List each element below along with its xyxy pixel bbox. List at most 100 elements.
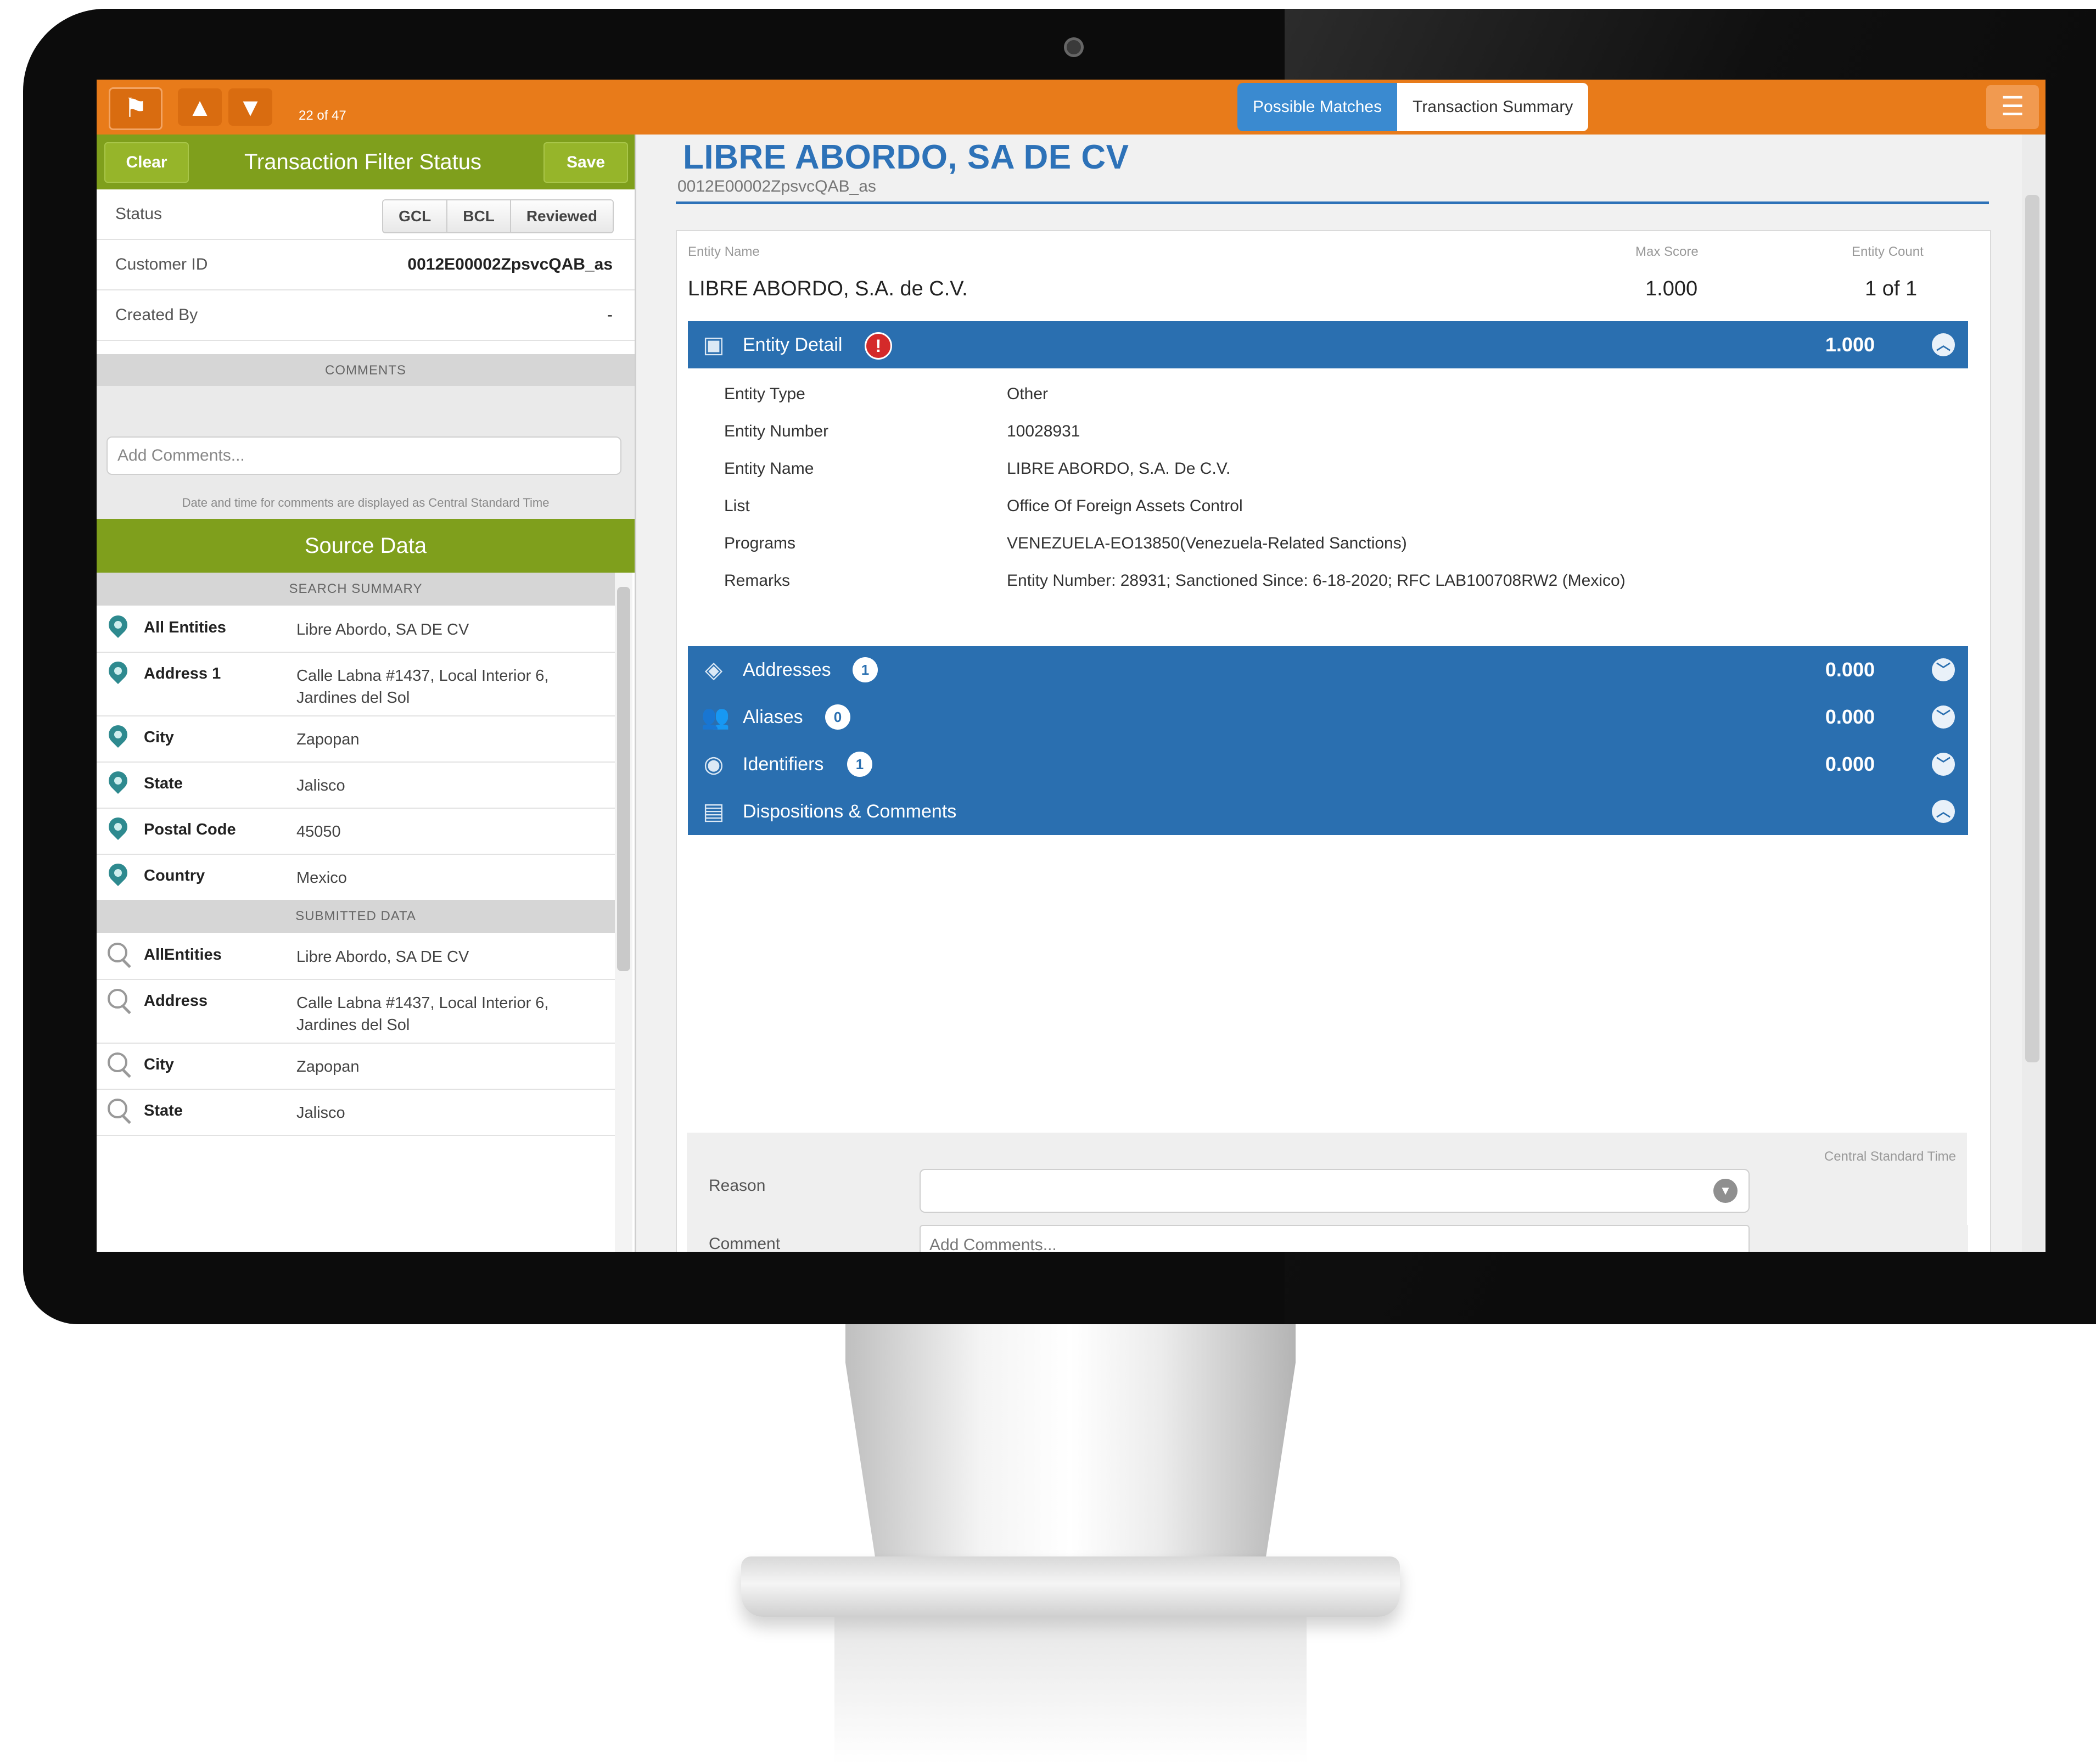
chevron-down-icon[interactable]: ﹀: [1932, 658, 1955, 681]
search-icon: [108, 1099, 130, 1125]
location-pin-icon: [104, 611, 132, 642]
timezone-note: Central Standard Time: [1824, 1149, 1956, 1164]
item-label: Address: [144, 992, 208, 1010]
search-summary-header: SEARCH SUMMARY: [97, 573, 615, 606]
item-label: Country: [144, 867, 205, 884]
detail-value: Entity Number: 28931; Sanctioned Since: …: [1007, 572, 1626, 590]
item-value: Libre Abordo, SA DE CV: [296, 621, 469, 639]
section-score: 0.000: [1825, 705, 1875, 728]
search-icon: [108, 1052, 130, 1079]
comment-label: Comment: [709, 1235, 781, 1252]
status-label: Status: [115, 205, 162, 223]
fingerprint-icon: ◉: [703, 751, 724, 777]
list-item: Country Mexico: [97, 854, 615, 901]
menu-list-icon[interactable]: ☰: [1986, 85, 2039, 129]
record-counter: 22 of 47: [299, 108, 346, 123]
status-reviewed-button[interactable]: Reviewed: [511, 200, 613, 232]
alert-icon: !: [865, 332, 892, 360]
detail-value: Office Of Foreign Assets Control: [1007, 497, 1243, 515]
identifiers-section-header[interactable]: ◉ Identifiers 1 0.000 ﹀: [688, 741, 1968, 788]
list-item: Address Calle Labna #1437, Local Interio…: [97, 979, 615, 1044]
users-icon: 👥: [701, 704, 730, 730]
item-value: Jalisco: [296, 1104, 345, 1122]
addresses-section-header[interactable]: ◈ Addresses 1 0.000 ﹀: [688, 646, 1968, 693]
created-by-row: Created By -: [97, 290, 635, 341]
comments-header: COMMENTS: [97, 354, 635, 387]
section-score: 1.000: [1825, 333, 1875, 356]
match-card: Entity Name LIBRE ABORDO, S.A. de C.V. M…: [676, 230, 1991, 1252]
section-title: Aliases: [743, 707, 803, 727]
detail-key: List: [724, 497, 750, 515]
entity-count-caption: Entity Count: [1852, 244, 1924, 259]
detail-key: Entity Type: [724, 385, 805, 403]
reason-select[interactable]: ▼: [920, 1169, 1750, 1213]
section-title: Identifiers: [743, 754, 824, 775]
max-score-value: 1.000: [1645, 277, 1698, 300]
calendar-icon: ▤: [703, 798, 725, 824]
location-pin-icon: [104, 657, 132, 688]
chevron-down-icon[interactable]: ▼: [1713, 1179, 1738, 1203]
comment-input[interactable]: Add Comments...: [107, 436, 621, 475]
flag-pin-icon[interactable]: ⚑: [109, 87, 162, 130]
detail-value: 10028931: [1007, 422, 1080, 440]
source-data-header: Source Data: [97, 519, 635, 573]
clear-button[interactable]: Clear: [104, 142, 189, 183]
monitor-base: [741, 1556, 1400, 1617]
max-score-caption: Max Score: [1635, 244, 1699, 259]
item-label: State: [144, 1102, 183, 1119]
app-screen: ⚑ ▲ ▼ 22 of 47 Possible Matches Transact…: [97, 80, 2045, 1252]
detail-value: Other: [1007, 385, 1049, 403]
comment-placeholder: Add Comments...: [117, 446, 245, 464]
title-divider: [676, 201, 1989, 204]
right-scrollbar-thumb[interactable]: [2025, 195, 2039, 1062]
section-title: Entity Detail: [743, 334, 843, 355]
comment-placeholder: Add Comments...: [929, 1236, 1057, 1252]
entity-detail-section-header[interactable]: ▣ Entity Detail ! 1.000 ︿: [688, 321, 1968, 368]
chevron-down-icon[interactable]: ﹀: [1932, 705, 1955, 729]
left-scrollbar-thumb[interactable]: [617, 587, 630, 971]
customer-id-row: Customer ID 0012E00002ZpsvcQAB_as: [97, 240, 635, 290]
chevron-up-icon[interactable]: ︿: [1932, 800, 1955, 823]
count-badge: 1: [847, 752, 872, 777]
section-title: Addresses: [743, 659, 831, 680]
tab-transaction-summary[interactable]: Transaction Summary: [1397, 83, 1589, 131]
tab-possible-matches[interactable]: Possible Matches: [1237, 83, 1398, 131]
item-value: 45050: [296, 823, 341, 841]
chevron-up-icon[interactable]: ︿: [1932, 333, 1955, 356]
chevron-down-icon[interactable]: ﹀: [1932, 753, 1955, 776]
section-score: 0.000: [1825, 658, 1875, 681]
filter-title: Transaction Filter Status: [244, 150, 481, 174]
item-label: AllEntities: [144, 946, 222, 964]
list-item: Postal Code 45050: [97, 808, 615, 855]
previous-button[interactable]: ▲: [178, 88, 222, 126]
count-badge: 1: [853, 657, 878, 682]
timezone-note: Date and time for comments are displayed…: [182, 496, 550, 509]
dispositions-section-header[interactable]: ▤ Dispositions & Comments ︿: [688, 788, 1968, 835]
item-value: Calle Labna #1437, Local Interior 6, Jar…: [296, 994, 549, 1034]
contact-card-icon: ▣: [703, 332, 725, 357]
location-pin-icon: [104, 721, 132, 752]
save-button[interactable]: Save: [543, 142, 628, 183]
detail-key: Programs: [724, 534, 796, 552]
disposition-form: Central Standard Time Reason ▼ Comment A…: [687, 1133, 1967, 1252]
item-value: Mexico: [296, 869, 347, 887]
status-bcl-button[interactable]: BCL: [447, 200, 511, 232]
list-item: Address 1 Calle Labna #1437, Local Inter…: [97, 652, 615, 716]
list-item: AllEntities Libre Abordo, SA DE CV: [97, 933, 615, 980]
entity-name-caption: Entity Name: [688, 244, 760, 259]
entity-name-value: LIBRE ABORDO, S.A. de C.V.: [688, 277, 968, 300]
list-item: State Jalisco: [97, 761, 615, 809]
camera-icon: [1064, 37, 1084, 57]
map-marker-icon: ◈: [704, 657, 723, 682]
section-score: 0.000: [1825, 753, 1875, 775]
next-button[interactable]: ▼: [228, 88, 272, 126]
list-item: City Zapopan: [97, 715, 615, 763]
item-value: Libre Abordo, SA DE CV: [296, 948, 469, 966]
list-item: City Zapopan: [97, 1043, 615, 1090]
list-item: State Jalisco: [97, 1089, 615, 1136]
status-gcl-button[interactable]: GCL: [383, 200, 448, 232]
detail-key: Remarks: [724, 572, 791, 590]
disposition-comment-input[interactable]: Add Comments...: [920, 1225, 1750, 1252]
item-label: Address 1: [144, 665, 221, 682]
aliases-section-header[interactable]: 👥 Aliases 0 0.000 ﹀: [688, 693, 1968, 741]
